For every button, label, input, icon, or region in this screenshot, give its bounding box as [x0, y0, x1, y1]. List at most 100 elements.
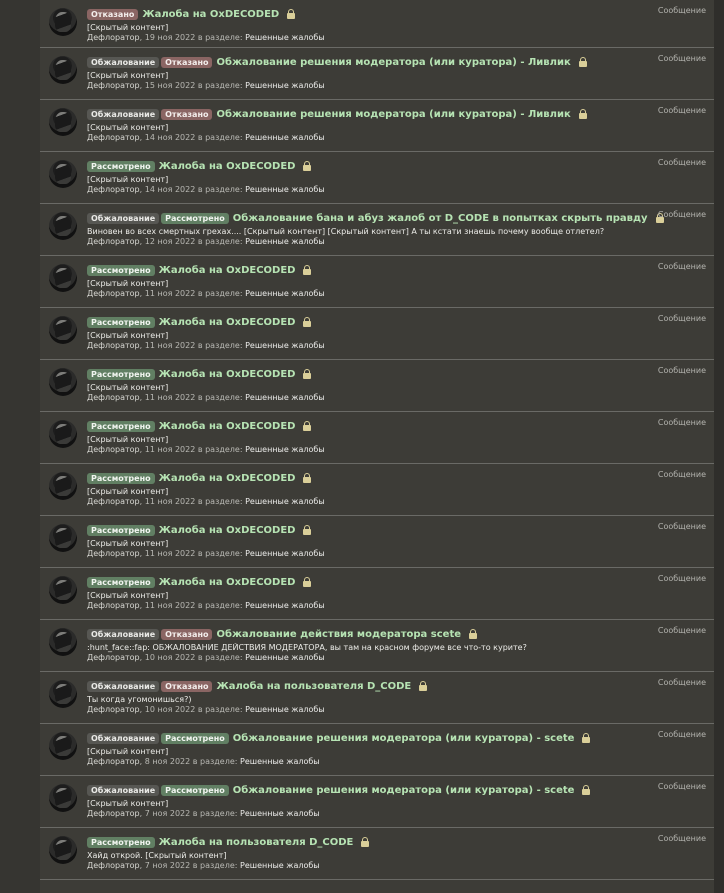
prefix-badge-appeal[interactable]: Обжалование [87, 57, 160, 68]
prefix-badge-reviewed[interactable]: Рассмотрено [161, 213, 229, 224]
result-item[interactable]: Обжалование Отказано Обжалование действия … [40, 620, 714, 672]
thread-title-link[interactable]: Жалоба на OxDECODED [159, 315, 296, 331]
prefix-badge-appeal[interactable]: Обжалование [87, 681, 160, 692]
forum-link[interactable]: Решенные жалобы [245, 601, 325, 610]
thread-title-link[interactable]: Жалоба на OxDECODED [159, 263, 296, 279]
result-item[interactable]: Рассмотрено Жалоба на OxDECODED [Скрытый к… [40, 464, 714, 516]
forum-link[interactable]: Решенные жалобы [245, 81, 325, 90]
thread-title-link[interactable]: Жалоба на OxDECODED [159, 523, 296, 539]
thread-title-link[interactable]: Жалоба на OxDECODED [159, 159, 296, 175]
result-item[interactable]: Отказано Жалоба на OxDECODED [Скрытый конт… [40, 0, 714, 48]
user-avatar[interactable] [49, 8, 77, 36]
thread-title-link[interactable]: Жалоба на OxDECODED [159, 471, 296, 487]
prefix-badge-reviewed[interactable]: Рассмотрено [87, 265, 155, 276]
prefix-badge-reviewed[interactable]: Рассмотрено [87, 837, 155, 848]
prefix-badge-reviewed[interactable]: Рассмотрено [161, 785, 229, 796]
author-link[interactable]: Дефлоратор [87, 861, 140, 870]
result-item[interactable]: Рассмотрено Жалоба на OxDECODED [Скрытый к… [40, 568, 714, 620]
prefix-badge-denied[interactable]: Отказано [87, 9, 139, 20]
thread-title-link[interactable]: Жалоба на OxDECODED [159, 419, 296, 435]
forum-link[interactable]: Решенные жалобы [245, 185, 325, 194]
user-avatar[interactable] [49, 56, 77, 84]
prefix-badge-reviewed[interactable]: Рассмотрено [87, 473, 155, 484]
user-avatar[interactable] [49, 576, 77, 604]
prefix-badge-reviewed[interactable]: Рассмотрено [87, 161, 155, 172]
result-item[interactable]: Обжалование Отказано Обжалование решения м… [40, 100, 714, 152]
user-avatar[interactable] [49, 420, 77, 448]
result-item[interactable]: Обжалование Рассмотрено Обжалование бана и… [40, 204, 714, 256]
user-avatar[interactable] [49, 784, 77, 812]
result-item[interactable]: Обжалование Рассмотрено Обжалование решени… [40, 724, 714, 776]
thread-title-link[interactable]: Жалоба на OxDECODED [142, 7, 279, 23]
user-avatar[interactable] [49, 368, 77, 396]
result-item[interactable]: Обжалование Рассмотрено Обжалование решени… [40, 776, 714, 828]
forum-link[interactable]: Решенные жалобы [245, 445, 325, 454]
user-avatar[interactable] [49, 628, 77, 656]
forum-link[interactable]: Решенные жалобы [245, 289, 325, 298]
author-link[interactable]: Дефлоратор [87, 809, 140, 818]
thread-title-link[interactable]: Обжалование действия модератора scete [216, 627, 461, 643]
prefix-badge-appeal[interactable]: Обжалование [87, 785, 160, 796]
thread-title-link[interactable]: Обжалование решения модератора (или кура… [216, 55, 570, 71]
prefix-badge-appeal[interactable]: Обжалование [87, 733, 160, 744]
prefix-badge-reviewed[interactable]: Рассмотрено [161, 733, 229, 744]
author-link[interactable]: Дефлоратор [87, 549, 140, 558]
user-avatar[interactable] [49, 212, 77, 240]
forum-link[interactable]: Решенные жалобы [240, 861, 320, 870]
author-link[interactable]: Дефлоратор [87, 185, 140, 194]
prefix-badge-appeal[interactable]: Обжалование [87, 213, 160, 224]
prefix-badge-reviewed[interactable]: Рассмотрено [87, 369, 155, 380]
result-item[interactable]: Рассмотрено Жалоба на OxDECODED [Скрытый к… [40, 360, 714, 412]
forum-link[interactable]: Решенные жалобы [240, 809, 320, 818]
prefix-badge-denied[interactable]: Отказано [161, 109, 213, 120]
prefix-badge-reviewed[interactable]: Рассмотрено [87, 421, 155, 432]
forum-link[interactable]: Решенные жалобы [245, 653, 325, 662]
prefix-badge-appeal[interactable]: Обжалование [87, 629, 160, 640]
result-item[interactable]: Рассмотрено Жалоба на пользователя D_CODE… [40, 828, 714, 880]
forum-link[interactable]: Решенные жалобы [245, 393, 325, 402]
author-link[interactable]: Дефлоратор [87, 497, 140, 506]
result-item[interactable]: Рассмотрено Жалоба на OxDECODED [Скрытый к… [40, 308, 714, 360]
thread-title-link[interactable]: Жалоба на пользователя D_CODE [159, 835, 354, 851]
user-avatar[interactable] [49, 264, 77, 292]
author-link[interactable]: Дефлоратор [87, 653, 140, 662]
user-avatar[interactable] [49, 472, 77, 500]
result-item[interactable]: Обжалование Отказано Обжалование решения м… [40, 48, 714, 100]
author-link[interactable]: Дефлоратор [87, 445, 140, 454]
forum-link[interactable]: Решенные жалобы [245, 133, 325, 142]
prefix-badge-reviewed[interactable]: Рассмотрено [87, 317, 155, 328]
user-avatar[interactable] [49, 316, 77, 344]
author-link[interactable]: Дефлоратор [87, 705, 140, 714]
forum-link[interactable]: Решенные жалобы [245, 497, 325, 506]
thread-title-link[interactable]: Жалоба на OxDECODED [159, 575, 296, 591]
result-item[interactable]: Рассмотрено Жалоба на OxDECODED [Скрытый к… [40, 412, 714, 464]
author-link[interactable]: Дефлоратор [87, 601, 140, 610]
prefix-badge-reviewed[interactable]: Рассмотрено [87, 525, 155, 536]
author-link[interactable]: Дефлоратор [87, 237, 140, 246]
forum-link[interactable]: Решенные жалобы [245, 705, 325, 714]
thread-title-link[interactable]: Обжалование решения модератора (или кура… [233, 731, 575, 747]
thread-title-link[interactable]: Жалоба на пользователя D_CODE [216, 679, 411, 695]
prefix-badge-denied[interactable]: Отказано [161, 57, 213, 68]
result-item[interactable]: Рассмотрено Жалоба на OxDECODED [Скрытый к… [40, 152, 714, 204]
thread-title-link[interactable]: Обжалование решения модератора (или кура… [216, 107, 570, 123]
user-avatar[interactable] [49, 680, 77, 708]
user-avatar[interactable] [49, 160, 77, 188]
thread-title-link[interactable]: Обжалование решения модератора (или кура… [233, 783, 575, 799]
author-link[interactable]: Дефлоратор [87, 81, 140, 90]
result-item[interactable]: Рассмотрено Жалоба на OxDECODED [Скрытый к… [40, 256, 714, 308]
forum-link[interactable]: Решенные жалобы [245, 33, 325, 42]
forum-link[interactable]: Решенные жалобы [245, 237, 325, 246]
author-link[interactable]: Дефлоратор [87, 393, 140, 402]
forum-link[interactable]: Решенные жалобы [245, 341, 325, 350]
author-link[interactable]: Дефлоратор [87, 133, 140, 142]
user-avatar[interactable] [49, 732, 77, 760]
forum-link[interactable]: Решенные жалобы [245, 549, 325, 558]
user-avatar[interactable] [49, 524, 77, 552]
thread-title-link[interactable]: Обжалование бана и абуз жалоб от D_CODE … [233, 211, 648, 227]
author-link[interactable]: Дефлоратор [87, 757, 140, 766]
result-item[interactable]: Обжалование Отказано Жалоба на пользовател… [40, 672, 714, 724]
user-avatar[interactable] [49, 836, 77, 864]
thread-title-link[interactable]: Жалоба на OxDECODED [159, 367, 296, 383]
user-avatar[interactable] [49, 108, 77, 136]
